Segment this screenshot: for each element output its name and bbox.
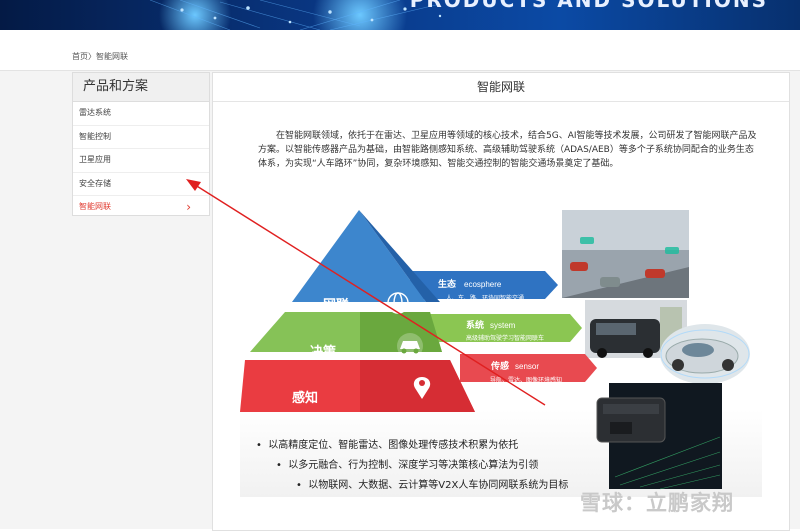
arrow-line	[191, 182, 546, 406]
arrow-head-icon	[186, 179, 201, 191]
watermark: 雪球：立鹏家翔	[580, 491, 734, 515]
annotation-arrow	[186, 179, 546, 406]
